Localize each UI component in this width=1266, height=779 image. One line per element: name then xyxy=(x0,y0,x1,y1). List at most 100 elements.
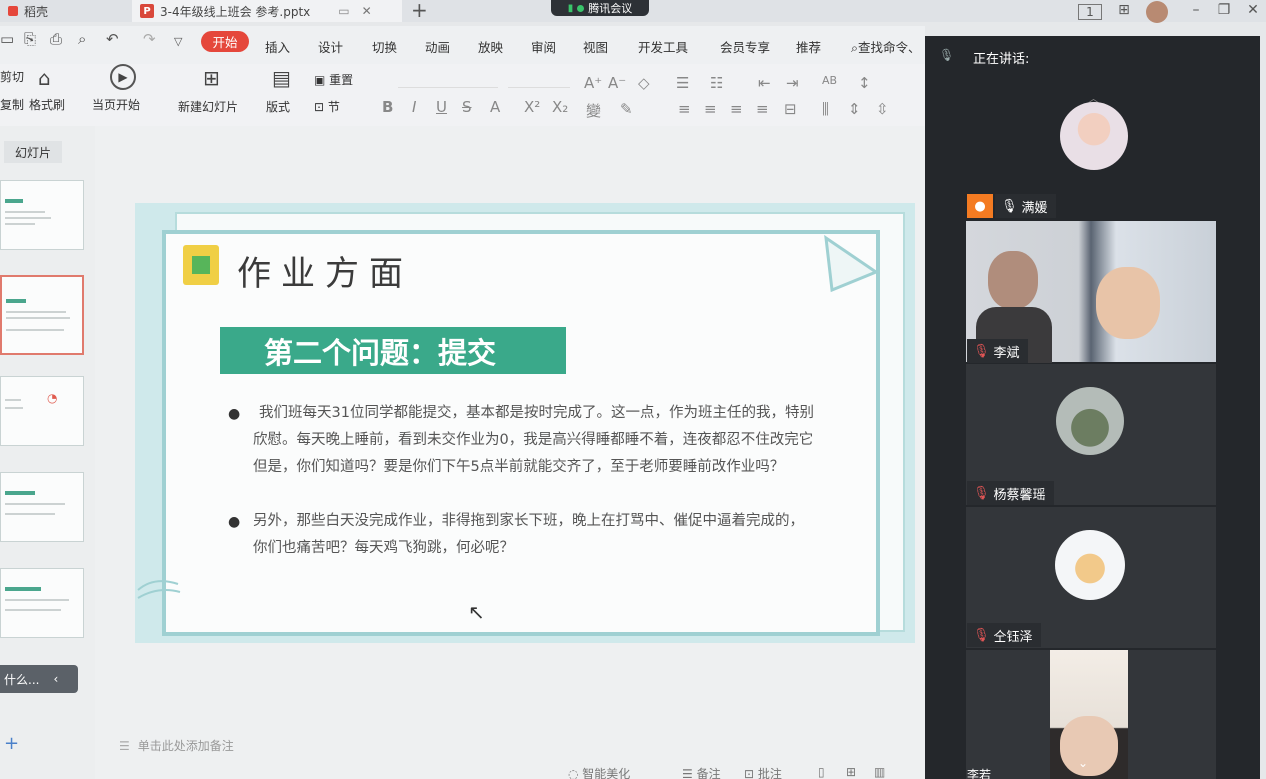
sorter-view-icon[interactable]: ⊞ xyxy=(846,765,856,779)
cut-button[interactable]: 剪切 xyxy=(0,68,24,85)
italic-icon[interactable]: I xyxy=(412,98,416,116)
smart-beautify-button[interactable]: ◌ 智能美化 xyxy=(568,765,630,779)
grid-apps-icon[interactable]: ⊞ xyxy=(1112,2,1136,18)
bullet-paragraph-2[interactable]: 另外，那些白天没完成作业，非得拖到家长下班，晚上在打骂中、催促中逼着完成的， 你… xyxy=(253,508,863,562)
participant-name: 李斌 xyxy=(993,345,1020,361)
subscript-icon[interactable]: X₂ xyxy=(552,98,568,116)
align-center-icon[interactable]: ≡ xyxy=(704,100,717,118)
preview-icon[interactable]: ⌕ xyxy=(78,30,86,48)
reading-mode-icon[interactable]: 1 xyxy=(1078,4,1102,20)
mic-muted-icon: 🎙 xyxy=(973,627,990,643)
menu-developer[interactable]: 开发工具 xyxy=(638,37,688,56)
line-spacing-icon[interactable]: ↕ xyxy=(858,74,871,92)
bullet-dot-icon: ● xyxy=(228,514,241,530)
notes-area[interactable]: ☰ 单击此处添加备注 xyxy=(119,737,234,754)
menu-member[interactable]: 会员专享 xyxy=(720,37,770,56)
bullets-icon[interactable]: ☰ xyxy=(676,74,689,92)
eraser-icon[interactable]: ◇ xyxy=(638,74,650,92)
undo-icon[interactable]: ↶ xyxy=(106,30,119,48)
font-color-icon[interactable]: A xyxy=(490,98,500,116)
menu-slideshow[interactable]: 放映 xyxy=(478,37,503,56)
layout-button[interactable]: 版式 xyxy=(266,98,290,115)
redo-icon[interactable]: ↷ xyxy=(143,30,156,48)
phonetic-icon[interactable]: 變 xyxy=(586,100,601,121)
distribute-icon[interactable]: ⊟ xyxy=(784,100,797,118)
tab-active-pptx[interactable]: P 3-4年级线上班会 参考.pptx ▭ ✕ xyxy=(132,0,402,22)
slide-thumbnail[interactable] xyxy=(0,568,84,638)
annotate-icon: ⊡ xyxy=(744,767,758,779)
add-slide-icon[interactable]: + xyxy=(4,733,19,754)
font-size-select[interactable] xyxy=(508,74,570,88)
reset-button[interactable]: ▣ 重置 xyxy=(314,71,353,88)
normal-view-icon[interactable]: ▯ xyxy=(818,765,825,779)
chevron-down-icon[interactable]: ⌄ xyxy=(1078,756,1088,770)
section-button[interactable]: ⊡ 节 xyxy=(314,98,340,115)
slide-thumbnail-selected[interactable] xyxy=(0,275,84,355)
underline-icon[interactable]: U xyxy=(436,98,447,116)
menu-animation[interactable]: 动画 xyxy=(425,37,450,56)
grow-font-icon[interactable]: A⁺ xyxy=(584,74,602,92)
host-icon: ● xyxy=(967,194,993,218)
tab-prev[interactable]: 稻壳 xyxy=(0,0,128,22)
participant-name-tag: 🎙 杨蔡馨瑶 xyxy=(967,481,1054,505)
numbering-icon[interactable]: ☷ xyxy=(710,74,723,92)
play-from-current-button[interactable]: 当页开始 xyxy=(92,96,140,113)
menu-view[interactable]: 视图 xyxy=(583,37,608,56)
menu-design[interactable]: 设计 xyxy=(318,37,343,56)
slides-tab[interactable]: 幻灯片 xyxy=(4,141,62,163)
restore-icon[interactable]: ❐ xyxy=(1212,2,1236,18)
search-command-label: 查找命令、 xyxy=(858,40,921,55)
reading-view-icon[interactable]: ▥ xyxy=(874,765,885,779)
tab-monitor-icon[interactable]: ▭ xyxy=(338,4,349,18)
menu-recommend[interactable]: 推荐 xyxy=(796,37,821,56)
decrease-indent-icon[interactable]: ⇤ xyxy=(758,74,771,92)
paragraph-spacing-icon[interactable]: ⇕ xyxy=(848,100,861,118)
text-direction-icon[interactable]: AB xyxy=(822,74,837,87)
slide-thumbnail[interactable] xyxy=(0,472,84,542)
slide-thumbnail[interactable]: ◔ xyxy=(0,376,84,446)
close-window-icon[interactable]: ✕ xyxy=(1241,2,1265,18)
slide-title[interactable]: 作业方面 xyxy=(237,246,413,295)
format-painter-button[interactable]: 格式刷 xyxy=(29,96,65,113)
columns-icon[interactable]: ⫼ xyxy=(822,100,829,118)
print-icon[interactable]: ⎙ xyxy=(50,30,62,48)
chevron-down-icon[interactable]: ▽ xyxy=(174,35,182,48)
search-command[interactable]: ⌕查找命令、 xyxy=(851,37,921,56)
participant-name-tag: 🎙 满媛 xyxy=(995,194,1056,218)
file-icon[interactable]: ▭ xyxy=(0,30,14,48)
menu-review[interactable]: 审阅 xyxy=(531,37,556,56)
save-icon[interactable]: ⎘ xyxy=(24,30,36,48)
remarks-button[interactable]: ☰ 备注 xyxy=(682,765,721,779)
align-left-icon[interactable]: ≡ xyxy=(678,100,691,118)
increase-indent-icon[interactable]: ⇥ xyxy=(786,74,799,92)
user-avatar[interactable] xyxy=(1146,1,1168,23)
close-tab-icon[interactable]: ✕ xyxy=(362,4,372,18)
justify-icon[interactable]: ≡ xyxy=(756,100,769,118)
menu-transition[interactable]: 切换 xyxy=(372,37,397,56)
bold-icon[interactable]: B xyxy=(382,98,393,116)
font-family-select[interactable] xyxy=(398,74,498,88)
annotate-button[interactable]: ⊡ 批注 xyxy=(744,765,782,779)
bullet-paragraph-1[interactable]: 我们班每天31位同学都能提交，基本都是按时完成了。这一点，作为班主任的我，特别 … xyxy=(253,400,863,481)
slide-subtitle[interactable]: 第二个问题：提交 xyxy=(220,327,566,374)
copy-button[interactable]: 复制 xyxy=(0,96,24,113)
new-tab-button[interactable]: + xyxy=(411,0,428,22)
shrink-font-icon[interactable]: A⁻ xyxy=(608,74,626,92)
new-slide-button[interactable]: 新建幻灯片 xyxy=(178,98,238,115)
participant-face xyxy=(1060,716,1118,776)
line-height-icon[interactable]: ⇳ xyxy=(876,100,889,118)
strikethrough-icon[interactable]: S xyxy=(462,98,472,116)
superscript-icon[interactable]: X² xyxy=(524,98,540,116)
tencent-meeting-pill[interactable]: ▮ 腾讯会议 xyxy=(551,0,649,16)
highlight-icon[interactable]: ✎ xyxy=(620,100,633,118)
remarks-icon: ☰ xyxy=(682,767,697,779)
ppt-file-icon: P xyxy=(140,4,154,18)
participant-video[interactable]: ⌄ xyxy=(966,650,1216,779)
align-right-icon[interactable]: ≡ xyxy=(730,100,743,118)
search-hint-bubble[interactable]: 什么... ‹ xyxy=(0,665,78,693)
participant-name-tag: 🎙 仝钰泽 xyxy=(967,623,1041,647)
slide-thumbnail[interactable] xyxy=(0,180,84,250)
menu-start[interactable]: 开始 xyxy=(201,31,249,52)
menu-insert[interactable]: 插入 xyxy=(265,37,290,56)
minimize-icon[interactable]: – xyxy=(1184,2,1208,18)
